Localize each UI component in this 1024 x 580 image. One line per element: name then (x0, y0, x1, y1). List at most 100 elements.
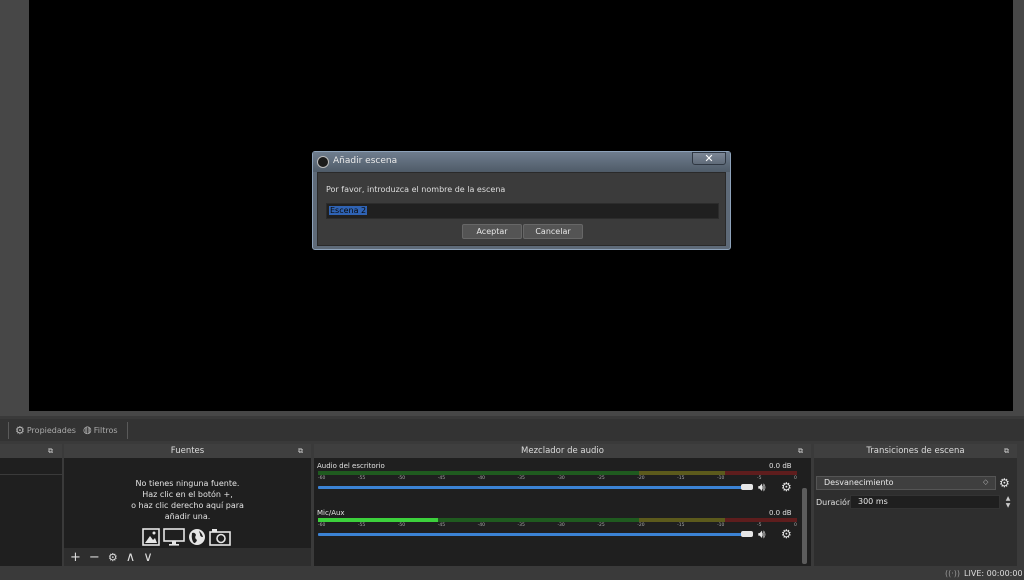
chevron-up-icon[interactable]: ▲ (1002, 495, 1014, 502)
empty-line: No tienes ninguna fuente. (135, 479, 240, 488)
speaker-icon[interactable]: 🔊︎ (758, 527, 766, 542)
plus-icon[interactable]: + (70, 550, 81, 565)
mixer-scrollbar[interactable] (802, 488, 807, 564)
transitions-panel-header: Transiciones de escena (814, 444, 1017, 458)
source-type-icons (142, 528, 231, 546)
toolbar-divider (127, 422, 128, 439)
scenes-panel: ⧉ (0, 444, 62, 566)
obs-logo-icon (317, 156, 329, 168)
scene-name-value: Escena 2 (329, 206, 368, 215)
undock-icon[interactable]: ⧉ (1004, 447, 1009, 456)
undock-icon[interactable]: ⧉ (798, 447, 803, 456)
audio-mixer-panel: Mezclador de audio ⧉ Audio del escritori… (314, 444, 811, 566)
channel-name: Mic/Aux (317, 509, 345, 517)
properties-label: Propiedades (26, 425, 76, 435)
scale-tick: -30 (557, 476, 565, 481)
scale-tick: -45 (437, 476, 446, 481)
dialog-prompt: Por favor, introduzca el nombre de la es… (326, 185, 506, 194)
channel-db: 0.0 dB (769, 509, 792, 517)
scale-tick: -45 (437, 523, 446, 528)
scale-tick: -35 (517, 476, 525, 481)
volume-slider-handle[interactable] (741, 484, 753, 490)
meter-scale: -60 -55 -50 -45 -40 -35 -30 -25 -20 -15 -10 -5 0 (318, 523, 797, 529)
scale-tick: -50 (397, 523, 406, 528)
dialog-titlebar[interactable]: Añadir escena ✕ (313, 152, 730, 172)
globe-icon (189, 529, 205, 545)
speaker-icon[interactable]: 🔊︎ (758, 480, 766, 495)
toolbar-divider (8, 422, 9, 439)
display-icon (163, 528, 185, 546)
sources-panel-header: Fuentes (64, 444, 311, 458)
chevron-updown-icon: ◇ (983, 478, 989, 486)
properties-button[interactable]: ⚙ Propiedades (15, 423, 76, 437)
minus-icon[interactable]: − (89, 550, 100, 565)
gear-icon[interactable]: ⚙ (781, 527, 792, 541)
scale-tick: -55 (357, 476, 366, 481)
scale-tick: -60 (318, 523, 326, 528)
scale-tick: -40 (477, 476, 485, 481)
sources-list[interactable]: No tienes ninguna fuente. Haz clic en el… (64, 458, 311, 548)
filters-label: Filtros (93, 425, 118, 435)
sources-toolbar: + − ⚙ ∧ ∨ (64, 548, 311, 566)
channel-db: 0.0 dB (769, 462, 792, 470)
gear-icon: ⚙ (15, 423, 25, 437)
volume-meter (318, 471, 797, 475)
close-button[interactable]: ✕ (692, 152, 726, 165)
cancel-button[interactable]: Cancelar (523, 224, 583, 239)
scale-tick: -10 (717, 523, 725, 528)
duration-input[interactable]: 300 ms (850, 495, 1000, 509)
scale-tick: -35 (517, 523, 525, 528)
scale-tick: -50 (397, 476, 406, 481)
empty-line: añadir una. (164, 512, 211, 521)
mixer-body: Audio del escritorio 0.0 dB -60 -55 -50 -45… (314, 458, 811, 566)
sources-panel: Fuentes ⧉ No tienes ninguna fuente. Haz … (64, 444, 311, 566)
transitions-body: Desvanecimiento ◇ ⚙ Duración 300 ms ▲ ▼ (814, 458, 1017, 566)
duration-spinner[interactable]: ▲ ▼ (1002, 495, 1014, 509)
filters-button[interactable]: ◍ Filtros (83, 423, 118, 437)
empty-line: o haz clic derecho aquí para (131, 501, 244, 510)
transition-select[interactable]: Desvanecimiento (816, 476, 996, 490)
scale-tick: -20 (637, 523, 645, 528)
mixer-panel-header: Mezclador de audio (314, 444, 811, 458)
scale-tick: 0 (794, 476, 797, 481)
up-icon[interactable]: ∧ (126, 550, 136, 565)
scale-tick: -15 (677, 476, 685, 481)
undock-icon[interactable]: ⧉ (298, 447, 303, 456)
gear-icon[interactable]: ⚙ (781, 480, 792, 494)
down-icon[interactable]: ∨ (143, 550, 153, 565)
scale-tick: -20 (637, 476, 645, 481)
scale-tick: -30 (557, 523, 565, 528)
gear-icon[interactable]: ⚙ (108, 551, 118, 564)
add-scene-dialog: Añadir escena ✕ Por favor, introduzca el… (312, 151, 731, 250)
broadcast-icon: ((·)) (945, 569, 961, 578)
source-toolbar (0, 419, 1024, 441)
scale-tick: -10 (717, 476, 725, 481)
scene-name-input[interactable]: Escena 2 (326, 203, 719, 219)
undock-icon[interactable]: ⧉ (48, 447, 53, 456)
scale-tick: -15 (677, 523, 685, 528)
scene-transitions-panel: Transiciones de escena ⧉ Desvanecimiento… (814, 444, 1017, 566)
scale-tick: -25 (597, 476, 605, 481)
scale-tick: -60 (318, 476, 326, 481)
scale-tick: -40 (477, 523, 485, 528)
sources-empty-message: No tienes ninguna fuente. Haz clic en el… (64, 478, 311, 522)
filter-icon: ◍ (83, 424, 92, 436)
image-icon (142, 528, 160, 546)
meter-scale: -60 -55 -50 -45 -40 -35 -30 -25 -20 -15 -10 -5 0 (318, 476, 797, 482)
scale-tick: -25 (597, 523, 605, 528)
dialog-title: Añadir escena (333, 156, 398, 166)
gear-icon[interactable]: ⚙ (999, 476, 1010, 490)
scene-list-item[interactable] (0, 474, 62, 475)
status-bar (0, 566, 1024, 580)
scale-tick: -55 (357, 523, 366, 528)
live-status: ((·)) LIVE: 00:00:00 (945, 569, 1023, 578)
duration-label: Duración (816, 498, 853, 507)
live-timer: LIVE: 00:00:00 (964, 569, 1023, 578)
volume-slider[interactable] (318, 533, 748, 536)
accept-button[interactable]: Aceptar (462, 224, 522, 239)
chevron-down-icon[interactable]: ▼ (1002, 502, 1014, 509)
volume-slider[interactable] (318, 486, 748, 489)
scale-tick: 0 (794, 523, 797, 528)
channel-name: Audio del escritorio (317, 462, 385, 470)
volume-slider-handle[interactable] (741, 531, 753, 537)
